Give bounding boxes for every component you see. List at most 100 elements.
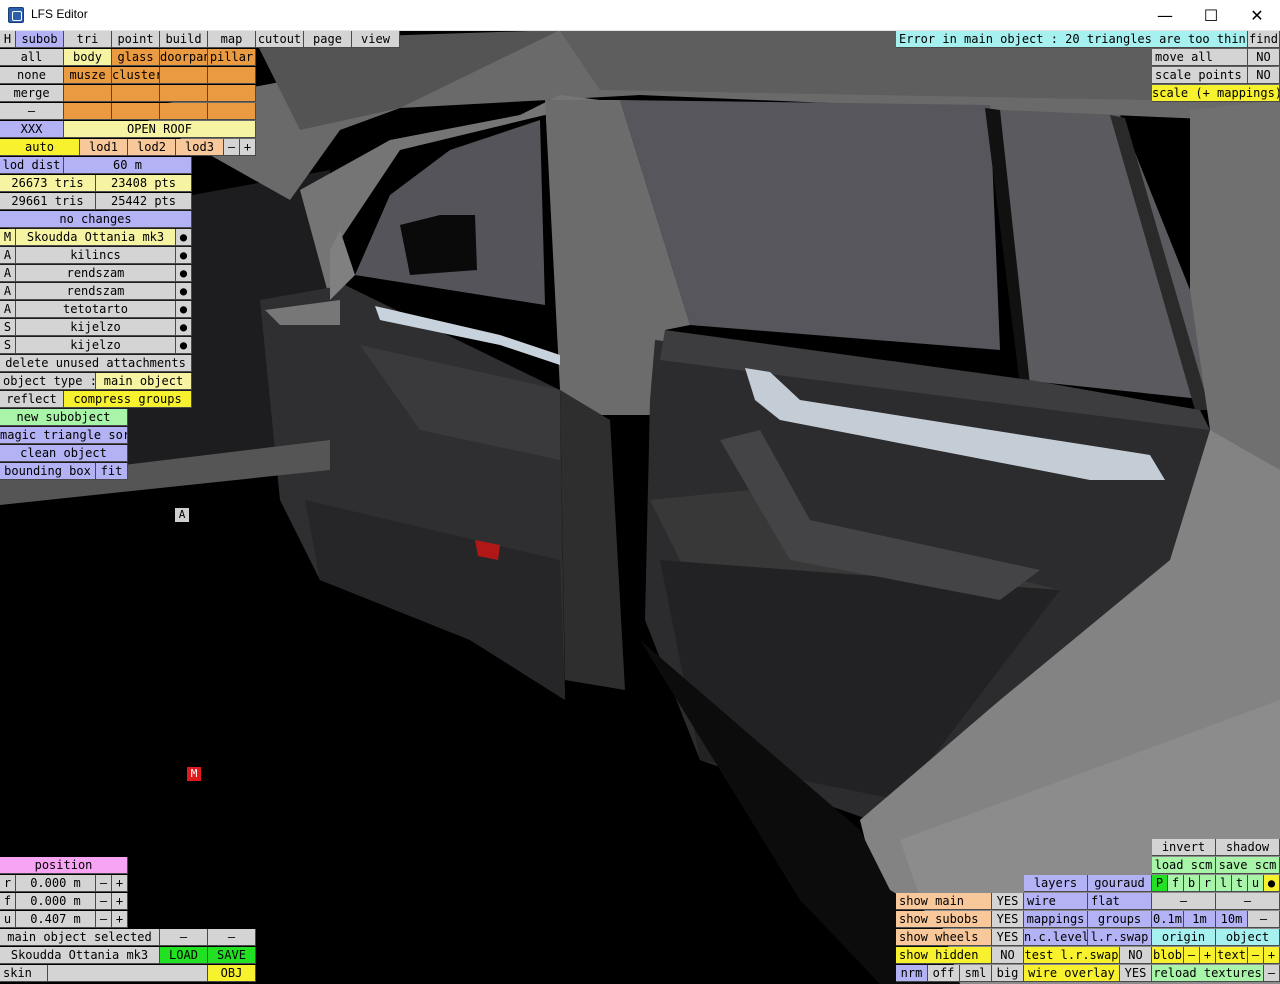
fit-button[interactable]: fit bbox=[96, 463, 128, 480]
step-1m-button[interactable]: 1m bbox=[1184, 911, 1216, 928]
obj-button[interactable]: OBJ bbox=[208, 965, 256, 982]
object-button[interactable]: object bbox=[1216, 929, 1280, 946]
text-minus-button[interactable]: – bbox=[1248, 947, 1264, 964]
group-empty[interactable] bbox=[64, 85, 112, 102]
object-type-value[interactable]: main object bbox=[96, 373, 192, 390]
group-empty[interactable] bbox=[160, 103, 208, 120]
scale-points-value[interactable]: NO bbox=[1248, 67, 1280, 84]
blob-button[interactable]: blob bbox=[1152, 947, 1184, 964]
test-lr-swap-value[interactable]: NO bbox=[1120, 947, 1152, 964]
wire-overlay-button[interactable]: wire overlay bbox=[1024, 965, 1120, 982]
text-button[interactable]: text bbox=[1216, 947, 1248, 964]
group-empty[interactable] bbox=[208, 67, 256, 84]
group-pillar[interactable]: pillar bbox=[208, 49, 256, 66]
lod3-button[interactable]: lod3 bbox=[176, 139, 224, 156]
position-u-minus[interactable]: – bbox=[96, 911, 112, 928]
object-item[interactable]: kijelzo bbox=[16, 337, 176, 354]
group-empty[interactable] bbox=[64, 103, 112, 120]
show-subobs-button[interactable]: show subobs bbox=[896, 911, 992, 928]
show-wheels-value[interactable]: YES bbox=[992, 929, 1024, 946]
group-glass[interactable]: glass bbox=[112, 49, 160, 66]
position-r-minus[interactable]: – bbox=[96, 875, 112, 892]
reload-textures-button[interactable]: reload textures bbox=[1152, 965, 1264, 982]
group-empty[interactable] bbox=[112, 85, 160, 102]
show-hidden-value[interactable]: NO bbox=[992, 947, 1024, 964]
attachment-marker[interactable]: A bbox=[175, 508, 189, 522]
3d-viewport[interactable]: H subob tri point build map cutout page … bbox=[0, 31, 1280, 984]
object-item-main[interactable]: Skoudda Ottania mk3 bbox=[16, 229, 176, 246]
groups-button[interactable]: groups bbox=[1088, 911, 1152, 928]
object-item[interactable]: rendszam bbox=[16, 283, 176, 300]
scale-points-button[interactable]: scale points bbox=[1152, 67, 1248, 84]
view-b-button[interactable]: b bbox=[1184, 875, 1200, 892]
reflect-button[interactable]: reflect bbox=[0, 391, 64, 408]
group-empty[interactable] bbox=[160, 85, 208, 102]
group-doorpan[interactable]: doorpan bbox=[160, 49, 208, 66]
step-0-1m-button[interactable]: 0.1m bbox=[1152, 911, 1184, 928]
lod-minus-button[interactable]: – bbox=[224, 139, 240, 156]
show-main-button[interactable]: show main bbox=[896, 893, 992, 910]
group-empty[interactable] bbox=[208, 85, 256, 102]
group-empty[interactable] bbox=[208, 103, 256, 120]
layers-button[interactable]: layers bbox=[1024, 875, 1088, 892]
find-button[interactable]: find bbox=[1248, 31, 1280, 48]
dash-button[interactable]: – bbox=[1216, 893, 1280, 910]
view-t-button[interactable]: t bbox=[1232, 875, 1248, 892]
nc-level-button[interactable]: n.c.level bbox=[1024, 929, 1088, 946]
object-visibility-dot[interactable]: ● bbox=[176, 301, 192, 318]
text-plus-button[interactable]: + bbox=[1264, 947, 1280, 964]
load-scm-button[interactable]: load scm bbox=[1152, 857, 1216, 874]
tab-view[interactable]: view bbox=[352, 31, 400, 48]
delete-unused-attachments-button[interactable]: delete unused attachments bbox=[0, 355, 192, 372]
position-f-plus[interactable]: + bbox=[112, 893, 128, 910]
tab-subob[interactable]: subob bbox=[16, 31, 64, 48]
view-l-button[interactable]: l bbox=[1216, 875, 1232, 892]
object-name-field[interactable]: Skoudda Ottania mk3 bbox=[0, 947, 160, 964]
object-item[interactable]: kilincs bbox=[16, 247, 176, 264]
close-button[interactable]: ✕ bbox=[1234, 0, 1280, 31]
move-all-button[interactable]: move all bbox=[1152, 49, 1248, 66]
lod-plus-button[interactable]: + bbox=[240, 139, 256, 156]
magic-triangle-sort-button[interactable]: magic triangle sort bbox=[0, 427, 128, 444]
lod-auto-button[interactable]: auto bbox=[0, 139, 80, 156]
save-button[interactable]: SAVE bbox=[208, 947, 256, 964]
lod-dist-value[interactable]: 60 m bbox=[64, 157, 192, 174]
wire-overlay-value[interactable]: YES bbox=[1120, 965, 1152, 982]
maximize-button[interactable]: ☐ bbox=[1188, 0, 1234, 31]
mappings-button[interactable]: mappings bbox=[1024, 911, 1088, 928]
view-dot-button[interactable]: ● bbox=[1264, 875, 1280, 892]
tab-tri[interactable]: tri bbox=[64, 31, 112, 48]
position-u-plus[interactable]: + bbox=[112, 911, 128, 928]
select-all-button[interactable]: all bbox=[0, 49, 64, 66]
show-subobs-value[interactable]: YES bbox=[992, 911, 1024, 928]
position-f-minus[interactable]: – bbox=[96, 893, 112, 910]
view-p-button[interactable]: P bbox=[1152, 875, 1168, 892]
step-10m-button[interactable]: 10m bbox=[1216, 911, 1248, 928]
dash-button[interactable]: – bbox=[1152, 893, 1216, 910]
blob-minus-button[interactable]: – bbox=[1184, 947, 1200, 964]
move-all-value[interactable]: NO bbox=[1248, 49, 1280, 66]
xxx-button[interactable]: XXX bbox=[0, 121, 64, 138]
object-visibility-dot[interactable]: ● bbox=[176, 319, 192, 336]
compress-groups-button[interactable]: compress groups bbox=[64, 391, 192, 408]
clean-object-button[interactable]: clean object bbox=[0, 445, 128, 462]
tab-cutout[interactable]: cutout bbox=[256, 31, 304, 48]
dash-button[interactable]: – bbox=[160, 929, 208, 946]
step-minus-button[interactable]: – bbox=[1248, 911, 1280, 928]
lr-swap-button[interactable]: l.r.swap bbox=[1088, 929, 1152, 946]
open-roof-button[interactable]: OPEN ROOF bbox=[64, 121, 256, 138]
tab-page[interactable]: page bbox=[304, 31, 352, 48]
tab-build[interactable]: build bbox=[160, 31, 208, 48]
dash-button[interactable]: – bbox=[208, 929, 256, 946]
lod2-button[interactable]: lod2 bbox=[128, 139, 176, 156]
position-r-value[interactable]: 0.000 m bbox=[16, 875, 96, 892]
new-subobject-button[interactable]: new subobject bbox=[0, 409, 128, 426]
view-sml-button[interactable]: sml bbox=[960, 965, 992, 982]
bounding-box-button[interactable]: bounding box bbox=[0, 463, 96, 480]
home-button[interactable]: H bbox=[0, 31, 16, 48]
object-item[interactable]: rendszam bbox=[16, 265, 176, 282]
position-u-value[interactable]: 0.407 m bbox=[16, 911, 96, 928]
load-button[interactable]: LOAD bbox=[160, 947, 208, 964]
tab-map[interactable]: map bbox=[208, 31, 256, 48]
reload-minus-button[interactable]: – bbox=[1264, 965, 1280, 982]
